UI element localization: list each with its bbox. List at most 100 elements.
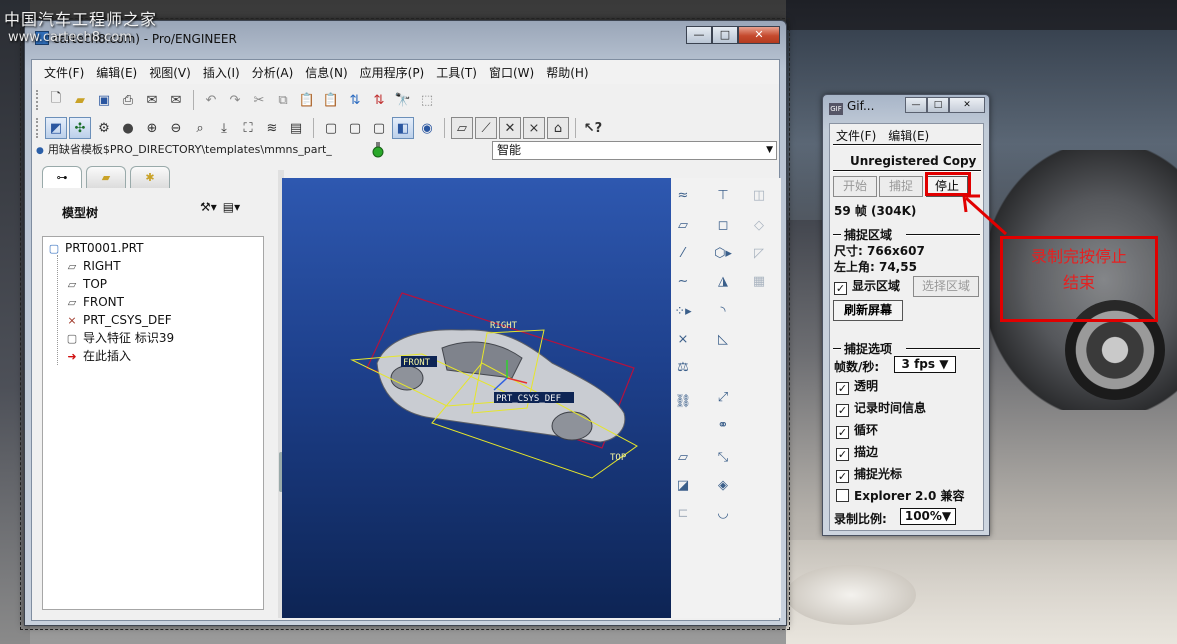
maximize-button[interactable]: □ (712, 26, 738, 44)
option-explorer-compat-checkbox[interactable]: Explorer 2.0 兼容 (836, 488, 964, 504)
menu-file[interactable]: 文件(F) (38, 64, 90, 81)
find-icon[interactable]: 🔭 (392, 89, 414, 111)
rib-icon[interactable]: ⚭ (711, 414, 735, 436)
style-icon[interactable]: ◡ (711, 502, 735, 524)
shading-icon[interactable]: ◧ (392, 117, 414, 139)
tree-item-front[interactable]: ▱ FRONT (65, 293, 124, 311)
scale-select[interactable]: 100%▼ (900, 508, 956, 525)
paste-special-icon[interactable]: 📋 (320, 89, 342, 111)
hole-icon[interactable]: ⤢ (711, 386, 735, 408)
menu-info[interactable]: 信息(N) (299, 64, 353, 81)
copy-icon[interactable]: ⧉ (272, 89, 294, 111)
appearance-sphere-icon[interactable]: ● (117, 117, 139, 139)
pattern-icon[interactable]: ▦ (747, 270, 771, 292)
new-file-icon[interactable]: 🗋 (45, 89, 67, 111)
saved-views-icon[interactable]: ⛶ (237, 117, 259, 139)
sketch-datum-curve-icon[interactable]: ≈ (671, 184, 695, 206)
trim-icon[interactable]: ◸ (747, 242, 771, 264)
tree-item-right[interactable]: ▱ RIGHT (65, 257, 121, 275)
orient-mode-icon[interactable]: ⚙ (93, 117, 115, 139)
tree-settings-icon[interactable]: ⚒▾ (200, 200, 217, 214)
blend-icon[interactable]: ◺ (711, 328, 735, 350)
gif-minimize-button[interactable]: — (905, 97, 927, 113)
toolbar-grip-2[interactable] (36, 118, 39, 138)
minimize-button[interactable]: — (686, 26, 712, 44)
tree-item-top[interactable]: ▱ TOP (65, 275, 107, 293)
zoom-in-icon[interactable]: ⊕ (141, 117, 163, 139)
menu-insert[interactable]: 插入(I) (197, 64, 246, 81)
context-help-icon[interactable]: ↖? (582, 117, 604, 139)
draft-icon[interactable]: ⤡ (711, 446, 735, 468)
paste-icon[interactable]: 📋 (296, 89, 318, 111)
tree-item-csys[interactable]: ⨯ PRT_CSYS_DEF (65, 311, 171, 329)
repaint-icon[interactable]: ◩ (45, 117, 67, 139)
tree-item-import-feature[interactable]: ▢ 导入特征 标识39 (65, 329, 174, 347)
regenerate-icon[interactable]: ⇅ (344, 89, 366, 111)
print-icon[interactable]: ⎙ (117, 89, 139, 111)
close-button[interactable]: ✕ (738, 26, 780, 44)
annotation-toggle-icon[interactable]: ⌂ (547, 117, 569, 139)
open-folder-icon[interactable]: ▰ (69, 89, 91, 111)
wireframe-icon[interactable]: ▢ (320, 117, 342, 139)
cut-icon[interactable]: ✂ (248, 89, 270, 111)
no-hidden-icon[interactable]: ▢ (368, 117, 390, 139)
menu-edit[interactable]: 编辑(E) (90, 64, 143, 81)
menu-tools[interactable]: 工具(T) (430, 64, 483, 81)
select-box-icon[interactable]: ⬚ (416, 89, 438, 111)
gif-close-button[interactable]: ✕ (949, 97, 985, 113)
reorient-icon[interactable]: ⤓ (213, 117, 235, 139)
menu-applications[interactable]: 应用程序(P) (354, 64, 431, 81)
email-icon[interactable]: ✉ (141, 89, 163, 111)
fps-select[interactable]: 3 fps ▼ (894, 356, 956, 373)
merge-icon[interactable]: ◇ (747, 214, 771, 236)
datum-csys-tool-icon[interactable]: ⨯ (671, 328, 695, 350)
redo-icon[interactable]: ↷ (224, 89, 246, 111)
menu-window[interactable]: 窗口(W) (483, 64, 540, 81)
menu-view[interactable]: 视图(V) (143, 64, 197, 81)
refresh-screen-button[interactable]: 刷新屏幕 (833, 300, 903, 321)
select-area-button[interactable]: 选择区域 (913, 276, 979, 297)
layers-icon[interactable]: ≋ (261, 117, 283, 139)
csys-toggle-icon[interactable]: ⨯ (523, 117, 545, 139)
start-button[interactable]: 开始 (833, 176, 877, 197)
view-manager-icon[interactable]: ▤ (285, 117, 307, 139)
save-icon[interactable]: ▣ (93, 89, 115, 111)
chain-icon[interactable]: ⛓ (671, 390, 695, 412)
tree-item-part[interactable]: ▢ PRT0001.PRT (47, 239, 144, 257)
tab-folder-browser-icon[interactable]: ▰ (86, 166, 126, 188)
spin-center-icon[interactable]: ✣ (69, 117, 91, 139)
capture-button[interactable]: 捕捉 (879, 176, 923, 197)
regenerate-manager-icon[interactable]: ⇅ (368, 89, 390, 111)
extrude-icon[interactable]: ⬡▸ (711, 242, 735, 264)
option-border-checkbox[interactable]: ✓ 描边 (836, 444, 878, 461)
undo-icon[interactable]: ↶ (200, 89, 222, 111)
option-transparent-checkbox[interactable]: ✓ 透明 (836, 378, 878, 395)
show-area-checkbox[interactable]: ✓ 显示区域 (834, 278, 900, 295)
tab-favorites-icon[interactable]: ✱ (130, 166, 170, 188)
datum-axes-toggle-icon[interactable]: ⟋ (475, 117, 497, 139)
menu-help[interactable]: 帮助(H) (540, 64, 594, 81)
round-icon[interactable]: ⊤ (711, 184, 735, 206)
email-link-icon[interactable]: ✉ (165, 89, 187, 111)
graphics-area[interactable]: RIGHT FRONT TOP PRT_CSYS_DEF (282, 178, 671, 618)
status-light-icon[interactable] (372, 142, 384, 158)
udf-icon[interactable]: ⊏ (671, 502, 695, 524)
variable-sweep-icon[interactable]: ◝ (711, 300, 735, 322)
analysis-feature-icon[interactable]: ⚖ (671, 356, 695, 378)
gif-menu-edit[interactable]: 编辑(E) (888, 127, 929, 144)
option-loop-checkbox[interactable]: ✓ 循环 (836, 422, 878, 439)
enhanced-realism-icon[interactable]: ◉ (416, 117, 438, 139)
menu-analysis[interactable]: 分析(A) (246, 64, 300, 81)
tree-show-icon[interactable]: ▤▾ (223, 200, 240, 214)
tree-item-insert-here[interactable]: ➜ 在此插入 (65, 347, 131, 365)
datum-curve-tool-icon[interactable]: ∼ (671, 270, 695, 292)
datum-points-toggle-icon[interactable]: ✕ (499, 117, 521, 139)
shell-icon[interactable]: ◻ (711, 214, 735, 236)
note-icon[interactable]: ▱ (671, 446, 695, 468)
datum-axis-tool-icon[interactable]: ⁄ (671, 242, 695, 264)
option-cursor-checkbox[interactable]: ✓ 捕捉光标 (836, 466, 902, 483)
selection-filter-select[interactable]: 智能 ▼ (492, 141, 777, 160)
zoom-out-icon[interactable]: ⊖ (165, 117, 187, 139)
gif-menu-file[interactable]: 文件(F) (836, 127, 876, 144)
hidden-line-icon[interactable]: ▢ (344, 117, 366, 139)
